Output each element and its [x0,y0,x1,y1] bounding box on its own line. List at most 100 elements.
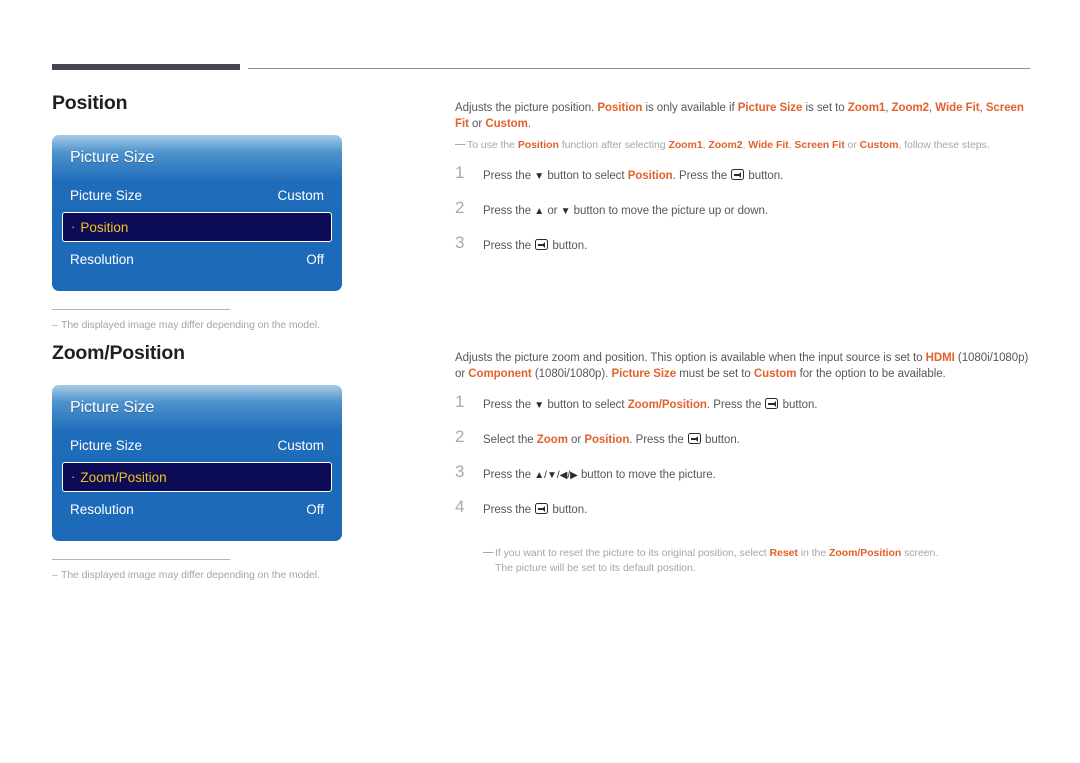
submenu-bullet-icon: · [71,469,76,484]
intro-paragraph: Adjusts the picture position. Position i… [455,100,1035,132]
step-item: 4 Press the button. [455,497,1035,536]
emphasis-term: Custom [753,368,797,380]
osd-panel-title: Picture Size [70,399,155,416]
direction-arrow-icon: ▼ [534,400,545,411]
right-column: Adjusts the picture position. Position i… [455,100,1035,272]
emphasis-term: Reset [769,547,798,559]
step-number: 1 [455,392,465,411]
text-run: button. [779,399,818,411]
reset-sub-note: — If you want to reset the picture to its… [483,546,1035,576]
text-run: button. [745,170,784,182]
left-column: Position Picture Size Picture Size Custom… [52,92,432,331]
text-run: button to select [544,399,628,411]
emphasis-term: Wide Fit [748,139,789,151]
step-item: 1 Press the ▼ button to select Position. … [455,163,1035,202]
osd-item-value: Custom [277,187,324,203]
footnote-dash: – [52,319,58,331]
text-run: If you want to reset the picture to its … [495,547,770,559]
osd-panel-title: Picture Size [70,149,155,166]
osd-menu-item-position[interactable]: · Position [62,212,332,242]
step-item: 2 Press the ▲ or ▼ button to move the pic… [455,198,1035,237]
footnote-label: The displayed image may differ depending… [61,569,320,581]
text-run: for the option to be available. [796,368,946,380]
text-run: Press the [483,504,535,516]
text-run: Adjusts the picture position. [455,102,598,114]
panel-footnote: – The displayed image may differ dependin… [52,559,342,581]
text-run: or [468,118,486,130]
text-run: To use the [467,139,518,151]
osd-menu-item-resolution[interactable]: Resolution Off [52,245,342,273]
emphasis-term: Position [584,434,630,446]
text-run: button to move the picture up or down. [570,205,769,217]
direction-arrow-icon: ▲/▼/◀/▶ [534,470,578,481]
text-run: button. [549,504,588,516]
osd-row-list: Picture Size Custom · Position Resolution Off [52,181,342,273]
intro-paragraph: Adjusts the picture zoom and position. T… [455,350,1035,382]
text-run: The picture will be set to its default p… [495,562,696,574]
text-run: is only available if [642,102,738,114]
step-item: 1 Press the ▼ button to select Zoom/Posit… [455,392,1035,431]
header-accent-bar [52,64,240,70]
enter-button-icon [731,169,745,180]
emphasis-term: Zoom2 [708,139,743,151]
step-item: 2 Select the Zoom or Position. Press the … [455,427,1035,466]
osd-item-value: Custom [277,437,324,453]
text-run: Press the [483,205,535,217]
emphasis-term: Zoom1 [668,139,703,151]
text-run: Select the [483,434,537,446]
emphasis-term: Custom [485,118,528,130]
page-header-rules [52,64,1030,74]
text-run: . Press the [706,399,765,411]
osd-row-list: Picture Size Custom · Zoom/Position Resoluti… [52,431,342,523]
step-text: Select the Zoom or Position. Press the b… [483,431,1035,448]
enter-button-icon [765,398,779,409]
step-number: 4 [455,497,465,516]
text-run: . [527,118,531,130]
step-text: Press the button. [483,501,1035,518]
page-title: Position [52,92,128,114]
text-run: (1080i/1080p). [531,368,612,380]
footnote-divider [52,309,230,310]
osd-item-value: Off [306,501,324,517]
right-column: Adjusts the picture zoom and position. T… [455,350,1035,576]
submenu-bullet-icon: · [71,219,76,234]
emphasis-term: Component [468,368,532,380]
step-number: 2 [455,427,465,446]
text-run: must be set to [676,368,754,380]
step-number: 3 [455,233,465,252]
emphasis-term: Zoom/Position [829,547,902,559]
direction-arrow-icon: ▼ [560,206,571,217]
text-run: , follow these steps. [898,139,990,151]
step-list: 1 Press the ▼ button to select Position. … [455,163,1035,272]
osd-menu-item-picture-size[interactable]: Picture Size Custom [52,431,342,459]
osd-item-label: Picture Size [70,187,143,203]
osd-menu-item-zoom-position[interactable]: · Zoom/Position [62,462,332,492]
direction-arrow-icon: ▼ [534,171,545,182]
step-text: Press the ▼ button to select Zoom/Positi… [483,396,1035,414]
left-column: Zoom/Position Picture Size Picture Size C… [52,342,432,581]
osd-picture-size-panel: Picture Size Picture Size Custom · Zoom/Pos… [52,385,342,541]
osd-menu-item-picture-size[interactable]: Picture Size Custom [52,181,342,209]
intro-note: — To use the Position function after sele… [455,138,1035,153]
footnote-text: – The displayed image may differ dependin… [52,569,342,581]
osd-picture-size-panel: Picture Size Picture Size Custom · Position… [52,135,342,291]
emphasis-term: Position [627,170,673,182]
emphasis-term: Position [597,102,643,114]
osd-item-label: Picture Size [70,437,143,453]
osd-item-label: Resolution [70,501,134,517]
page-title: Zoom/Position [52,342,185,364]
text-run: . Press the [629,434,687,446]
osd-item-label: · Position [71,219,129,235]
osd-menu-item-resolution[interactable]: Resolution Off [52,495,342,523]
panel-footnote: – The displayed image may differ dependin… [52,309,342,331]
step-item: 3 Press the ▲/▼/◀/▶ button to move the pi… [455,462,1035,501]
text-run: . Press the [672,170,731,182]
emphasis-term: Wide Fit [935,102,980,114]
note-dash-icon: — [455,138,466,150]
text-run: or [544,205,561,217]
text-run: or [844,139,860,151]
footnote-dash: – [52,569,58,581]
osd-item-label: Resolution [70,251,134,267]
emphasis-term: Picture Size [611,368,677,380]
emphasis-term: Position [517,139,559,151]
